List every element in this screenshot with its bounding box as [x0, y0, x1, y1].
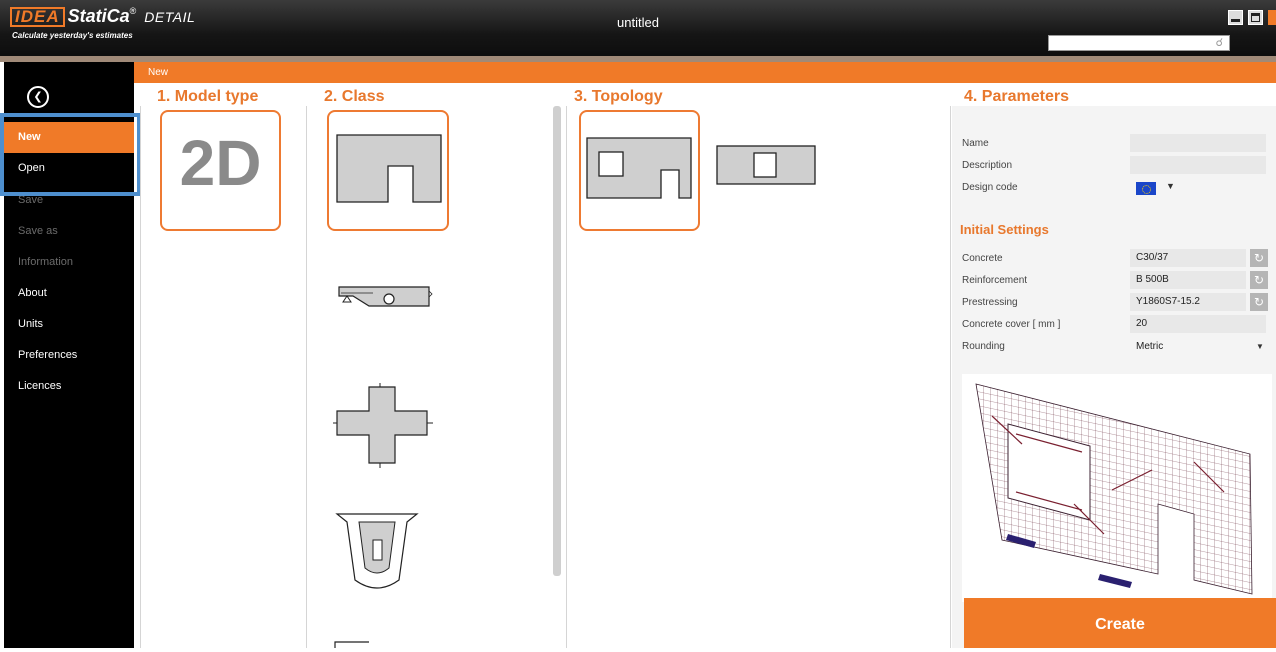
concrete-label: Concrete [962, 253, 1003, 264]
heading-parameters: 4. Parameters [964, 88, 1069, 105]
rounding-label: Rounding [962, 341, 1005, 352]
column-divider [306, 106, 307, 648]
reinforcement-select[interactable]: B 500B [1130, 271, 1246, 289]
class-wall-card[interactable] [327, 110, 449, 231]
concrete-select[interactable]: C30/37 [1130, 249, 1246, 267]
title-bar: IDEA StatiCa® DETAIL Calculate yesterday's… [0, 0, 1276, 58]
chevron-down-icon[interactable]: ▼ [1166, 181, 1175, 191]
wall-reinforcement-preview [975, 383, 1253, 595]
heading-topology: 3. Topology [574, 88, 663, 105]
sidebar-item-licences[interactable]: Licences [4, 371, 134, 402]
description-input[interactable] [1130, 156, 1266, 174]
sidebar-item-units[interactable]: Units [4, 309, 134, 340]
name-label: Name [962, 138, 989, 149]
minimize-button[interactable] [1228, 10, 1243, 25]
chevron-down-icon[interactable]: ▼ [1256, 342, 1264, 351]
column-divider [566, 106, 567, 648]
reinforcement-label: Reinforcement [962, 275, 1028, 286]
concrete-refresh-icon[interactable]: ↻ [1250, 249, 1268, 267]
reinforcement-refresh-icon[interactable]: ↻ [1250, 271, 1268, 289]
close-button[interactable] [1268, 10, 1276, 25]
topology-wall-door-card[interactable] [579, 110, 700, 231]
heading-model-type: 1. Model type [157, 88, 259, 105]
breadcrumb-label: New [148, 67, 169, 78]
create-button[interactable]: Create [964, 598, 1276, 648]
class-bridge-section-icon[interactable] [333, 508, 433, 598]
highlight-frame [0, 113, 141, 196]
concrete-cover-input[interactable]: 20 [1130, 315, 1266, 333]
model-preview-image [962, 374, 1272, 602]
sidebar-item-information[interactable]: Information [4, 247, 134, 278]
class-joint-icon[interactable] [333, 383, 438, 468]
search-icon[interactable]: ☌ [1216, 36, 1223, 49]
prestressing-select[interactable]: Y1860S7-15.2 [1130, 293, 1246, 311]
search-input[interactable]: ☌ [1048, 35, 1230, 51]
class-scrollbar[interactable] [553, 106, 561, 576]
maximize-button[interactable] [1248, 10, 1263, 25]
wall-window-door-icon [586, 137, 692, 199]
description-label: Description [962, 160, 1013, 171]
back-arrow-icon: ❮ [33, 91, 43, 103]
model-type-2d-label: 2D [179, 127, 262, 199]
column-divider [950, 106, 951, 648]
app-tagline: Calculate yesterday's estimates [12, 31, 133, 40]
window-title: untitled [617, 15, 659, 30]
sidebar-item-preferences[interactable]: Preferences [4, 340, 134, 371]
sidebar-item-about[interactable]: About [4, 278, 134, 309]
prestressing-refresh-icon[interactable]: ↻ [1250, 293, 1268, 311]
eu-flag-icon[interactable] [1136, 182, 1156, 195]
wall-opening-icon [336, 134, 442, 203]
prestressing-label: Prestressing [962, 297, 1018, 308]
concrete-cover-label: Concrete cover [ mm ] [962, 319, 1061, 330]
class-beam-icon[interactable] [333, 280, 438, 316]
class-more-icon[interactable] [333, 640, 373, 648]
rounding-select[interactable]: Metric [1136, 341, 1163, 352]
initial-settings-heading: Initial Settings [960, 222, 1049, 237]
breadcrumb: New [134, 62, 1276, 83]
model-type-2d-card[interactable]: 2D [160, 110, 281, 231]
sidebar-item-save-as[interactable]: Save as [4, 216, 134, 247]
name-input[interactable] [1130, 134, 1266, 152]
parameters-panel: Name Description Design code ▼ Initial S… [952, 106, 1276, 648]
design-code-label: Design code [962, 182, 1018, 193]
back-button[interactable]: ❮ [27, 86, 49, 108]
column-divider [140, 106, 141, 648]
topology-wall-window-icon[interactable] [714, 143, 818, 189]
heading-class: 2. Class [324, 88, 385, 105]
